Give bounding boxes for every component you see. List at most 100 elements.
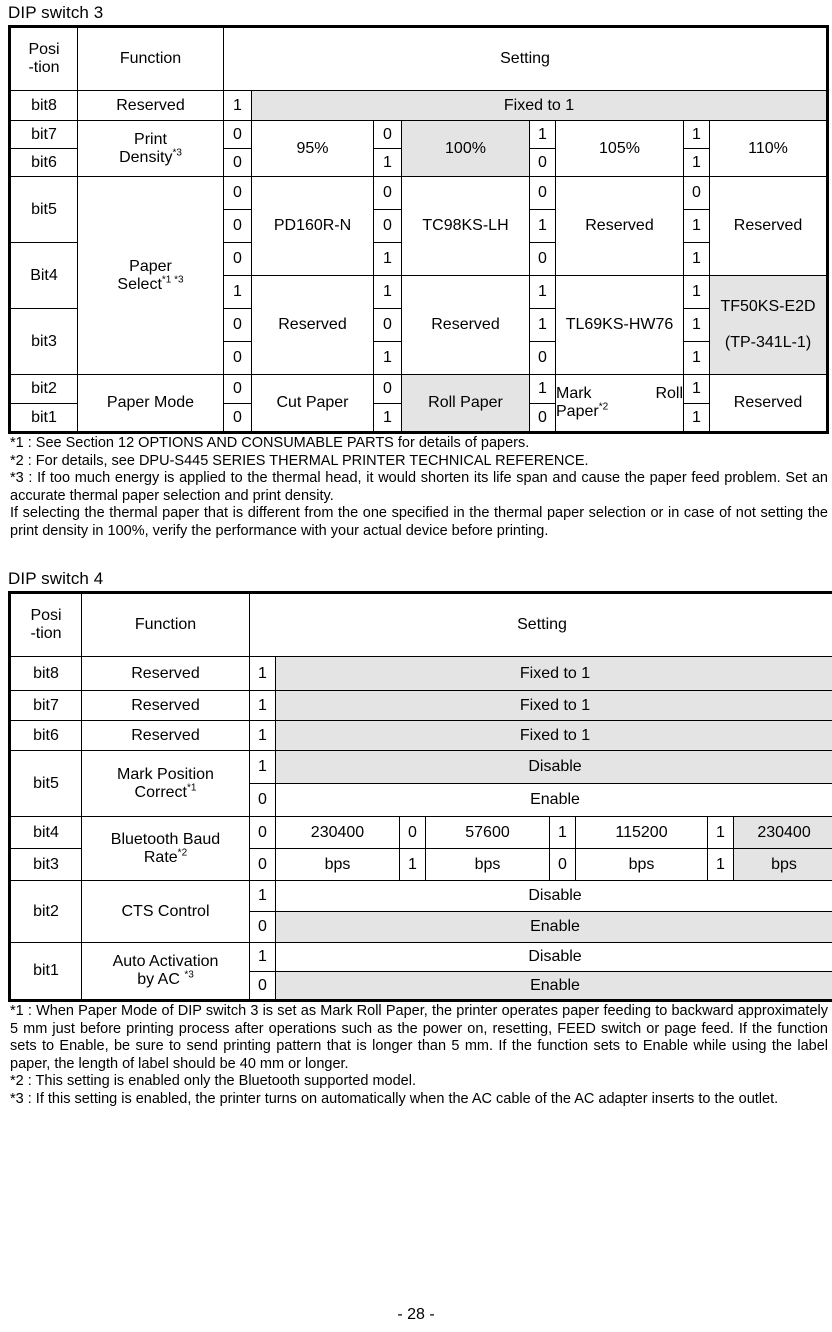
dip3-paper-mode-opt2-label-line1: Mark Roll [556,385,683,403]
dip3-row-paper-mode-bit2: bit2 Paper Mode 0 Cut Paper 0 Roll Paper… [10,375,828,404]
dip4-row-bit6: bit6 Reserved 1 Fixed to 1 [10,721,832,751]
dip3-bit8-position: bit8 [10,91,78,121]
dip4-auto-opt1-value: 0 [250,972,276,1001]
dip3-paper-select-g0-o0-b2: 0 [224,243,252,276]
dip4-baud-opt3-label-line1: 230400 [734,817,832,849]
dip3-print-density-function: Print Density*3 [78,121,224,177]
dip3-header-row: Posi -tion Function Setting [10,27,828,91]
dip3-paper-select-g0-o2-label: Reserved [556,177,684,276]
dip3-paper-mode-opt0-b1: 0 [224,404,252,433]
dip4-bit6-value: 1 [250,721,276,751]
dip3-row-bit8: bit8 Reserved 1 Fixed to 1 [10,91,828,121]
dip4-auto-opt1-label: Enable [276,972,832,1001]
dip3-print-density-opt0-bit1: 0 [224,149,252,177]
dip4-bit7-value: 1 [250,691,276,721]
dip3-print-density-opt3-label: 110% [710,121,828,177]
dip4-row-auto-opt0: bit1 Auto Activation by AC *3 1 Disable [10,943,832,972]
dip4-note-3: *3 : If this setting is enabled, the pri… [10,1091,828,1109]
dip3-table: Posi -tion Function Setting bit8 Reserve… [8,25,829,434]
dip3-paper-select-g0-o2-b0: 0 [530,177,556,210]
dip4-table: Posi -tion Function Setting bit8 Reserve… [8,591,832,1002]
dip3-paper-mode-position-bit2: bit2 [10,375,78,404]
dip4-baud-opt0-label-line2: bps [276,849,400,881]
dip3-paper-mode-opt3-b1: 1 [684,404,710,433]
dip3-paper-select-position-bit4: Bit4 [10,243,78,309]
dip3-section-title: DIP switch 3 [8,2,828,23]
dip3-paper-select-g1-o2-b2: 0 [530,342,556,375]
dip4-mark-position-function-sup: *1 [187,782,196,793]
dip4-notes: *1 : When Paper Mode of DIP switch 3 is … [10,1003,828,1108]
dip4-header-position-line1: Posi [30,607,61,624]
dip3-paper-select-g1-o1-label: Reserved [402,276,530,375]
dip4-cts-opt0-value: 1 [250,881,276,912]
dip3-paper-select-g0-o0-label: PD160R-N [252,177,374,276]
dip3-print-density-opt1-bit1: 1 [374,149,402,177]
dip3-note-2: *2 : For details, see DPU-S445 SERIES TH… [10,453,828,471]
dip4-cts-opt0-label: Disable [276,881,832,912]
dip3-print-density-position-bit6: bit6 [10,149,78,177]
dip3-print-density-opt1-bit0: 0 [374,121,402,149]
dip3-header-function: Function [78,27,224,91]
dip3-paper-mode-opt1-b1: 1 [374,404,402,433]
dip4-baud-function-line2: Rate [144,849,178,866]
dip4-baud-function-sup: *2 [178,847,187,858]
dip3-paper-select-function-line1: Paper [129,258,172,275]
dip3-bit8-function: Reserved [78,91,224,121]
dip3-paper-select-g1-o0-b1: 0 [224,309,252,342]
dip3-paper-select-g1-o2-b1: 1 [530,309,556,342]
dip4-bit6-setting: Fixed to 1 [276,721,832,751]
dip3-print-density-function-line1: Print [134,131,167,148]
dip3-paper-mode-opt3-label: Reserved [710,375,828,433]
dip3-print-density-position-bit7: bit7 [10,121,78,149]
dip3-paper-select-g1-o3-b1: 1 [684,309,710,342]
dip4-baud-opt3-b1: 1 [708,849,734,881]
dip4-baud-opt2-b0: 1 [550,817,576,849]
dip4-mark-position-function-line2: Correct [135,784,187,801]
dip3-paper-select-g0-o3-label: Reserved [710,177,828,276]
dip4-auto-opt0-label: Disable [276,943,832,972]
dip3-paper-select-position-bit5: bit5 [10,177,78,243]
section-spacer [4,540,828,566]
dip4-auto-function: Auto Activation by AC *3 [82,943,250,1001]
dip3-paper-select-g1-o3-b0: 1 [684,276,710,309]
dip3-bit8-setting: Fixed to 1 [252,91,828,121]
dip3-paper-select-g1-o3-label-line2: (TP-341L-1) [725,334,811,351]
dip4-header-row: Posi -tion Function Setting [10,593,832,657]
dip3-paper-mode-opt1-label: Roll Paper [402,375,530,433]
dip3-print-density-opt1-label: 100% [402,121,530,177]
dip4-bit6-function: Reserved [82,721,250,751]
dip4-baud-opt1-b0: 0 [400,817,426,849]
dip3-paper-select-g1-o3-label-line1: TF50KS-E2D [720,298,815,315]
dip3-paper-select-g0-o3-b2: 1 [684,243,710,276]
dip4-auto-position: bit1 [10,943,82,1001]
dip4-note-2: *2 : This setting is enabled only the Bl… [10,1073,828,1091]
dip4-row-bit8: bit8 Reserved 1 Fixed to 1 [10,657,832,691]
document-page: DIP switch 3 Posi -tion Function Setting [0,2,832,1332]
dip3-row-print-density-bit7: bit7 Print Density*3 0 95% 0 100% 1 105%… [10,121,828,149]
dip4-header-position-line2: -tion [30,625,61,642]
dip4-cts-function: CTS Control [82,881,250,943]
dip4-baud-opt2-label-line2: bps [576,849,708,881]
dip4-mark-position-opt0-value: 1 [250,751,276,784]
dip3-paper-mode-position-bit1: bit1 [10,404,78,433]
dip3-paper-mode-opt3-b0: 1 [684,375,710,404]
dip4-auto-function-line2: by AC [137,971,180,988]
dip4-auto-opt0-value: 1 [250,943,276,972]
dip3-paper-select-g0-o1-b2: 1 [374,243,402,276]
dip3-row-paper-select-r1: bit5 Paper Select*1 *3 0 PD160R-N 0 TC98… [10,177,828,210]
dip3-print-density-opt0-label: 95% [252,121,374,177]
dip3-notes: *1 : See Section 12 OPTIONS AND CONSUMAB… [10,435,828,540]
page-number: - 28 - [0,1306,832,1324]
dip3-print-density-function-sup: *3 [172,147,181,158]
dip4-header-function: Function [82,593,250,657]
dip4-baud-opt3-b0: 1 [708,817,734,849]
dip4-baud-opt3-label-line2: bps [734,849,832,881]
dip4-cts-position: bit2 [10,881,82,943]
dip4-bit7-function: Reserved [82,691,250,721]
dip3-paper-select-g0-o1-b1: 0 [374,210,402,243]
dip3-paper-select-g1-o2-b0: 1 [530,276,556,309]
dip4-mark-position-opt1-value: 0 [250,784,276,817]
dip4-row-bit7: bit7 Reserved 1 Fixed to 1 [10,691,832,721]
dip3-note-1: *1 : See Section 12 OPTIONS AND CONSUMAB… [10,435,828,453]
dip4-row-cts-opt0: bit2 CTS Control 1 Disable [10,881,832,912]
